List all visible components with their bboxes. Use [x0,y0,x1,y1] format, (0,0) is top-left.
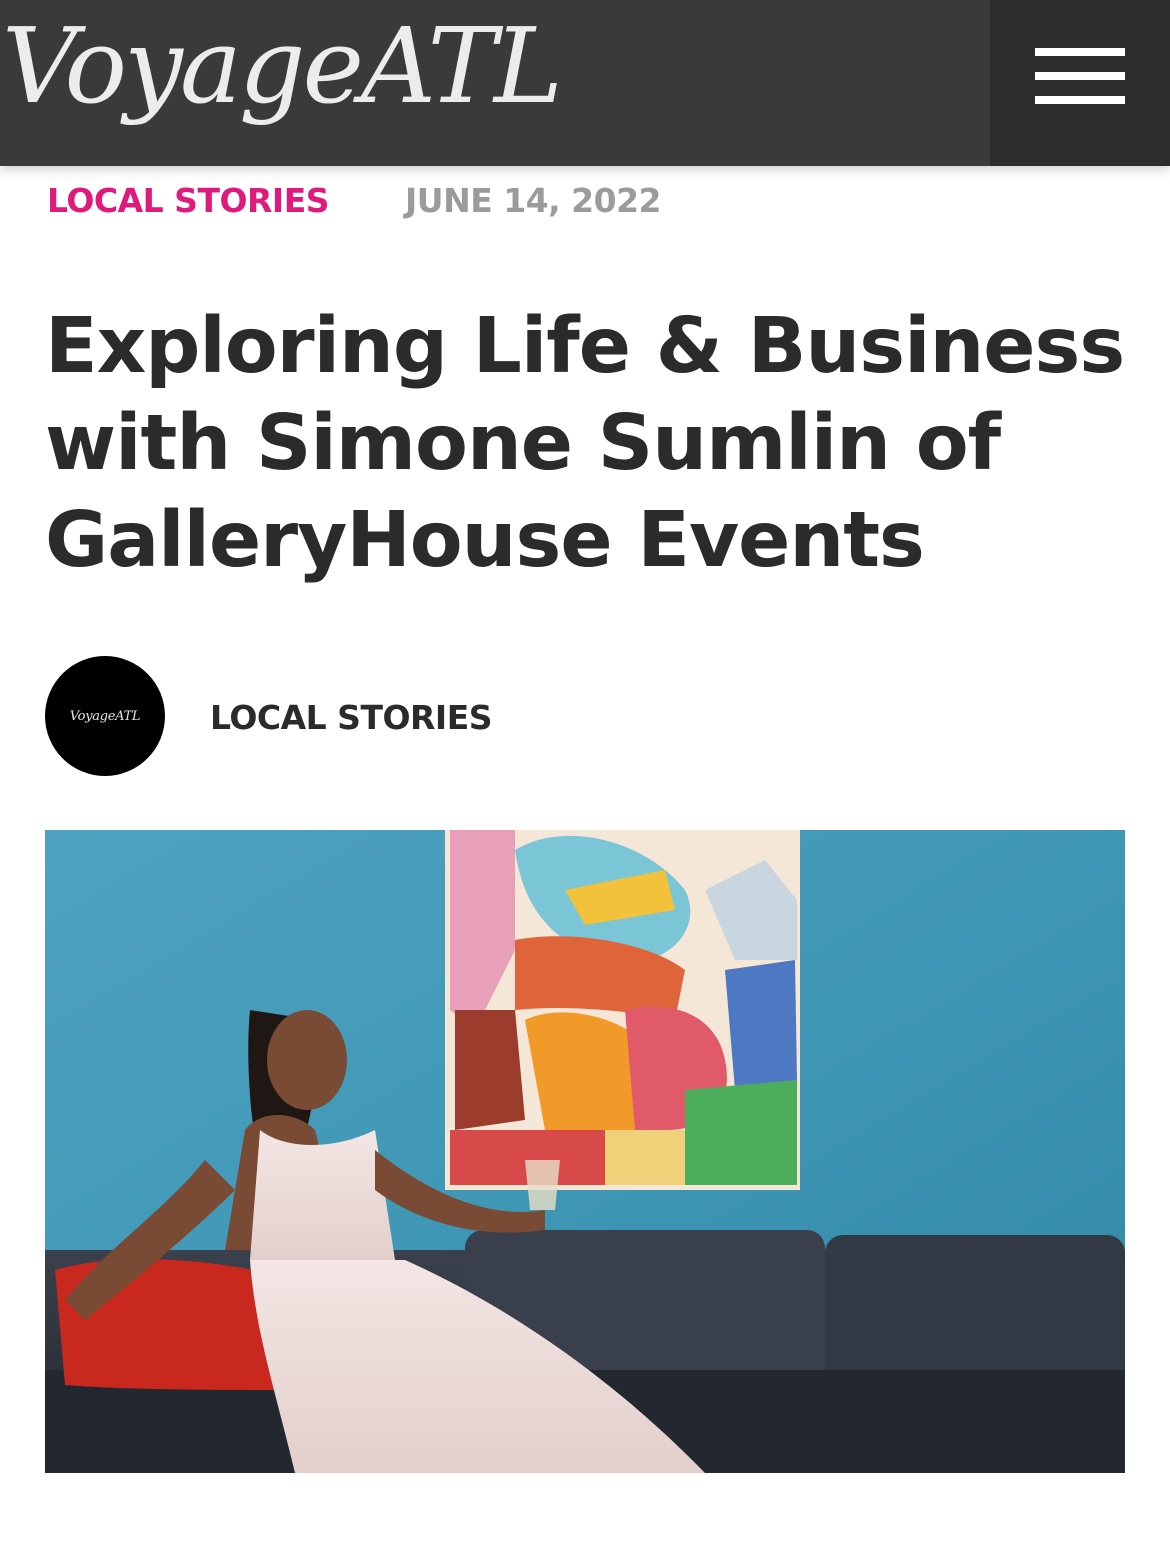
site-logo[interactable]: VoyageATL [2,14,563,118]
hero-image [45,830,1125,1473]
hamburger-menu-button[interactable] [990,0,1170,166]
publish-date: JUNE 14, 2022 [405,181,662,220]
wall-painting [445,830,800,1190]
category-link[interactable]: LOCAL STORIES [47,181,330,220]
avatar-logo-text: VoyageATL [69,708,141,724]
author-name-link[interactable]: LOCAL STORIES [210,698,493,737]
site-header: VoyageATL [0,0,1170,166]
article-title: Exploring Life & Business with Simone Su… [45,302,1125,585]
author-avatar[interactable]: VoyageATL [45,656,165,776]
